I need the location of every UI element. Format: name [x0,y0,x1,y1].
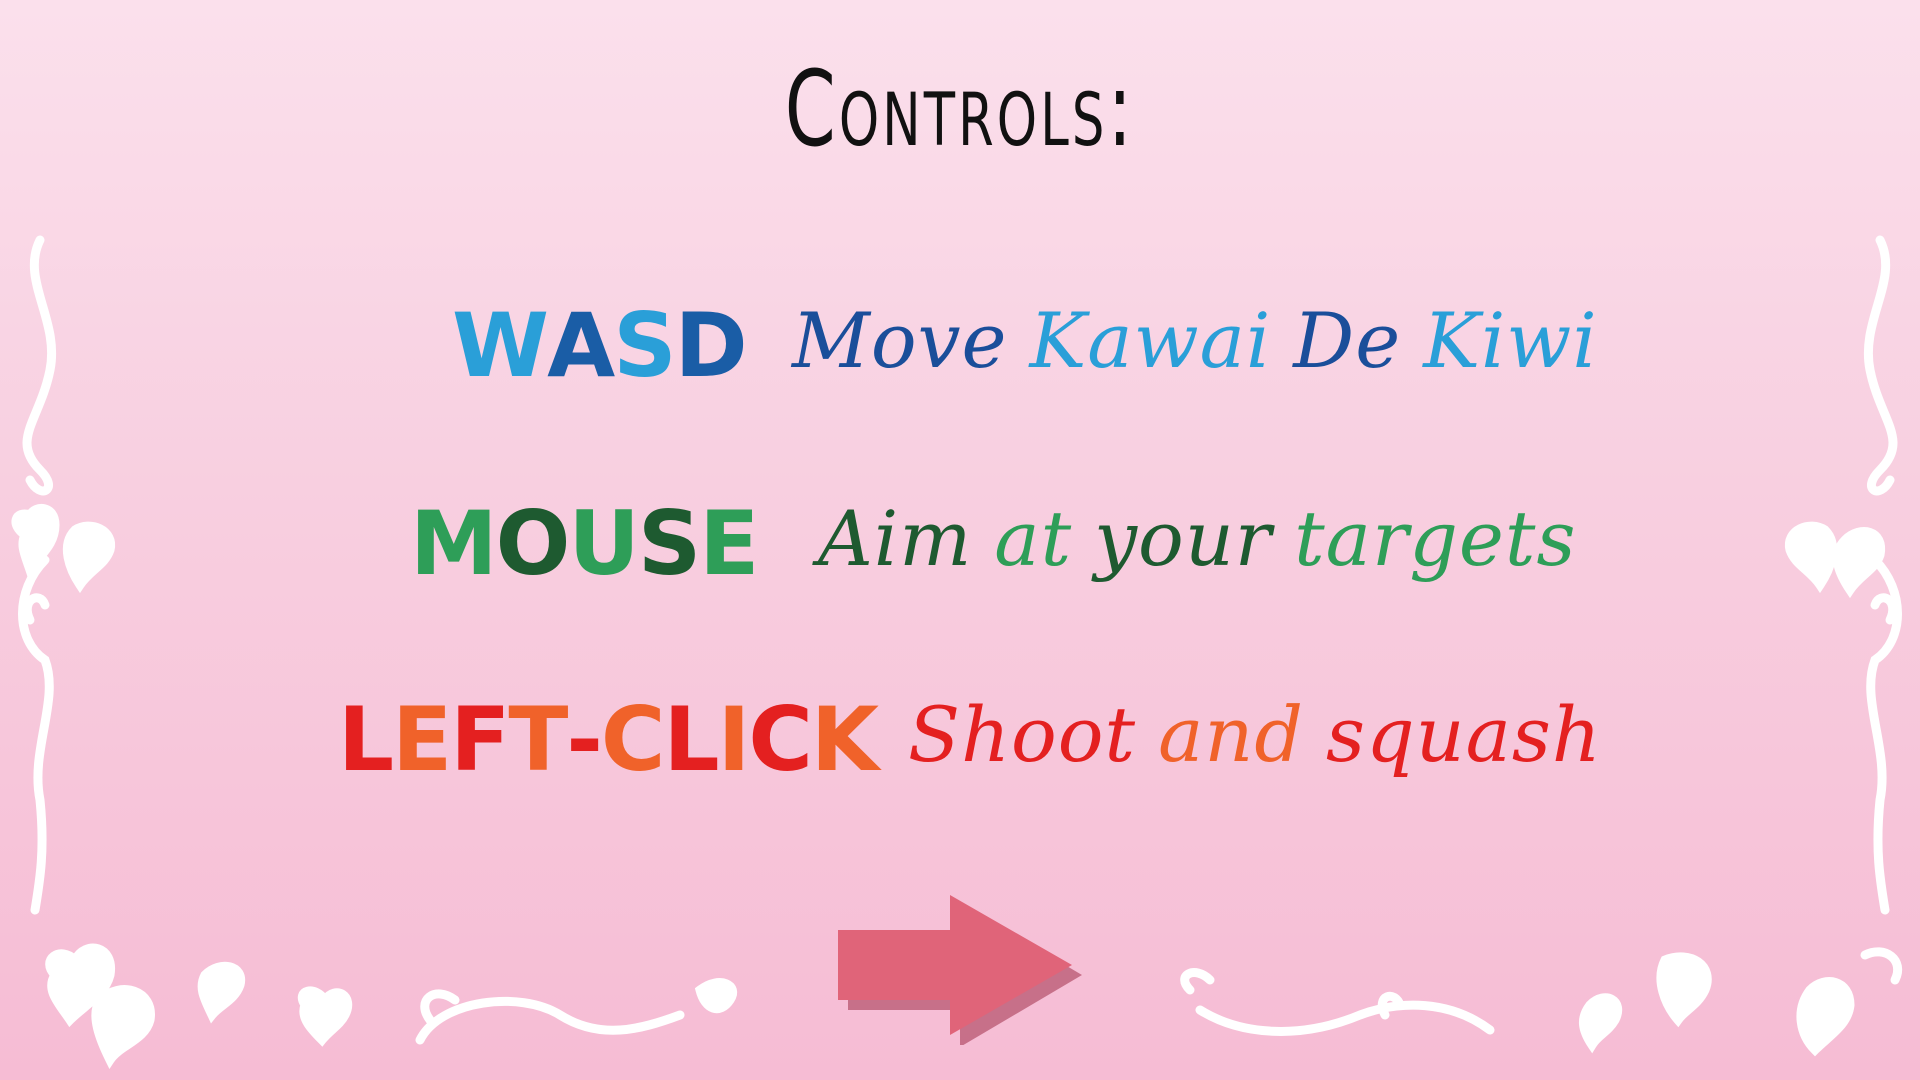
desc-word: Shoot [908,690,1137,779]
desc-aim: Aim at your targets [818,494,1598,583]
key-letter: M [410,492,498,595]
next-button[interactable] [830,895,1090,1047]
key-letter: L [663,688,719,791]
key-letter: O [495,492,571,595]
key-letter: E [699,492,759,595]
desc-word: at [994,494,1073,583]
key-mouse: MOUSE [410,492,759,595]
key-left-click: LEFT-CLICK [338,688,879,791]
desc-word: De [1293,296,1402,385]
desc-word: and [1158,690,1304,779]
desc-word: Kawai [1029,296,1272,385]
key-letter: S [613,294,676,397]
key-letter: U [568,492,639,595]
desc-word: your [1094,494,1273,583]
key-letter: T [508,688,568,791]
desc-shoot: Shoot and squash [908,690,1624,779]
key-letter: D [674,294,748,397]
key-letter: I [717,688,751,791]
key-letter: - [566,688,603,791]
desc-word: squash [1326,690,1602,779]
desc-move: Move Kawai De Kiwi [792,296,1620,385]
key-letter: C [600,688,666,791]
desc-word: Move [792,296,1008,385]
key-letter: K [810,688,879,791]
key-letter: S [637,492,701,595]
desc-word: targets [1294,494,1577,583]
key-letter: W [452,294,549,397]
key-letter: C [748,688,813,791]
key-wasd: WASD [452,294,748,397]
desc-word: Kiwi [1423,296,1598,385]
controls-title: Controls: [784,48,1136,170]
right-arrow-icon [838,895,1082,1047]
key-letter: E [392,688,452,791]
key-letter: A [547,294,615,397]
desc-word: Aim [818,494,973,583]
key-letter: L [338,688,394,791]
key-letter: F [450,688,510,791]
